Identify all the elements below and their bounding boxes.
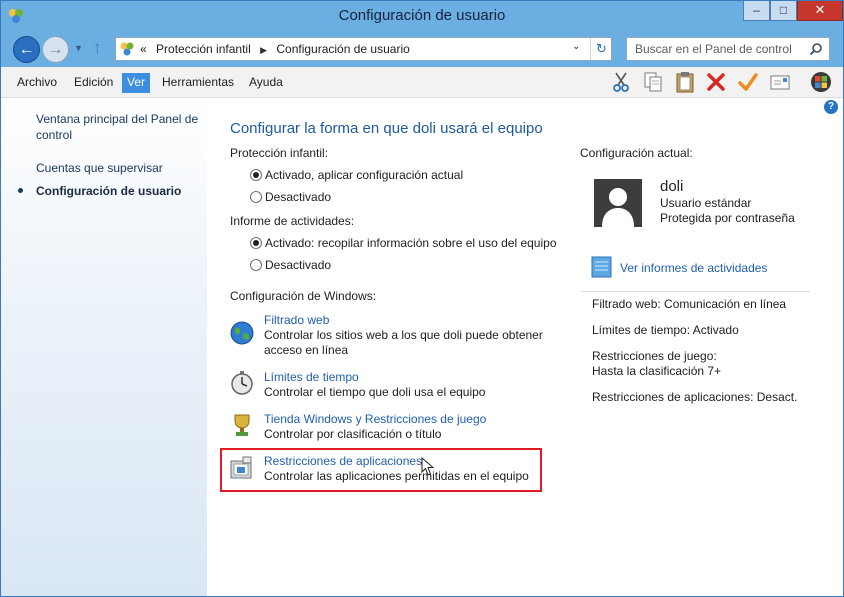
- activity-report-off-radio[interactable]: [250, 259, 262, 271]
- activity-report-label: Informe de actividades:: [230, 214, 355, 228]
- menu-tools[interactable]: Herramientas: [157, 73, 239, 93]
- sidebar: Ventana principal del Panel de control C…: [1, 98, 207, 596]
- sidebar-link-accounts-to-monitor[interactable]: Cuentas que supervisar: [36, 160, 201, 176]
- address-dropdown-icon[interactable]: ⌄: [572, 41, 580, 52]
- maximize-button[interactable]: □: [770, 1, 797, 21]
- sidebar-link-control-panel-home[interactable]: Ventana principal del Panel de control: [36, 111, 201, 143]
- time-limits-link[interactable]: Límites de tiempo: [264, 370, 359, 384]
- page-title: Configurar la forma en que doli usará el…: [230, 120, 543, 137]
- title-bar[interactable]: Configuración de usuario – □ ✕: [1, 1, 843, 31]
- stopwatch-icon: [231, 371, 253, 395]
- forward-button[interactable]: →: [42, 36, 69, 63]
- activity-report-on-label[interactable]: Activado: recopilar información sobre el…: [265, 236, 557, 250]
- divider: [581, 291, 810, 292]
- time-limits-status: Límites de tiempo: Activado: [592, 323, 739, 337]
- time-limits-description: Controlar el tiempo que doli usa el equi…: [264, 385, 486, 399]
- parental-control-on-label[interactable]: Activado, aplicar configuración actual: [265, 168, 463, 182]
- game-restrictions-status: Hasta la clasificación 7+: [592, 364, 722, 378]
- up-arrow-icon[interactable]: ↑: [93, 38, 102, 58]
- copy-icon[interactable]: [642, 71, 664, 93]
- paste-icon[interactable]: [674, 71, 696, 93]
- delete-icon[interactable]: [705, 71, 727, 93]
- breadcrumb-item-parental-controls[interactable]: Protección infantil: [156, 42, 251, 56]
- activity-report-off-label[interactable]: Desactivado: [265, 258, 331, 272]
- mouse-cursor-icon: [421, 457, 435, 476]
- minimize-button[interactable]: –: [743, 1, 770, 21]
- user-avatar: [594, 179, 642, 227]
- highlight-box: [220, 448, 542, 492]
- search-box[interactable]: [626, 37, 830, 61]
- window-title: Configuración de usuario: [338, 7, 506, 24]
- web-filter-status: Filtrado web: Comunicación en línea: [592, 297, 787, 311]
- recent-pages-dropdown-icon[interactable]: ▼: [74, 43, 83, 53]
- app-restrictions-status: Restricciones de aplicaciones: Desact.: [592, 390, 798, 404]
- parental-control-off-label[interactable]: Desactivado: [265, 190, 331, 204]
- activity-report-on-radio[interactable]: [250, 237, 262, 249]
- parental-control-on-radio[interactable]: [250, 169, 262, 181]
- store-game-restrictions-link[interactable]: Tienda Windows y Restricciones de juego: [264, 412, 486, 426]
- checkmark-icon[interactable]: [737, 71, 759, 93]
- menu-view[interactable]: Ver: [122, 73, 151, 93]
- breadcrumb-overflow[interactable]: «: [140, 42, 147, 56]
- back-button[interactable]: ←: [13, 36, 40, 63]
- search-input[interactable]: [627, 38, 803, 60]
- address-bar[interactable]: « Protección infantil ▶ Configuración de…: [115, 37, 612, 61]
- web-filter-link[interactable]: Filtrado web: [264, 313, 329, 327]
- menu-bar: Archivo Edición Ver Herramientas Ayuda: [1, 67, 843, 98]
- windows-logo-icon[interactable]: [810, 71, 832, 93]
- globe-icon: [230, 321, 254, 345]
- refresh-icon[interactable]: ↻: [590, 38, 612, 60]
- view-activity-reports-link[interactable]: Ver informes de actividades: [620, 261, 767, 275]
- sidebar-link-user-settings[interactable]: Configuración de usuario: [36, 183, 201, 199]
- mail-icon[interactable]: [769, 71, 791, 93]
- breadcrumb: « Protección infantil ▶ Configuración de…: [140, 42, 410, 56]
- web-filter-description: Controlar los sitios web a los que doli …: [264, 328, 543, 357]
- parental-control-label: Protección infantil:: [230, 146, 329, 160]
- breadcrumb-separator-icon[interactable]: ▶: [260, 45, 267, 55]
- activity-report-icon: [591, 256, 612, 278]
- help-icon[interactable]: ?: [824, 100, 838, 114]
- scissors-icon[interactable]: [610, 71, 632, 93]
- navigation-bar: ← → ▼ ↑ « Protección infantil ▶ Configur…: [1, 31, 843, 67]
- close-button[interactable]: ✕: [797, 1, 843, 21]
- window: Configuración de usuario – □ ✕ ← → ▼ ↑ «…: [0, 0, 844, 597]
- main-content: ? Configurar la forma en que doli usará …: [207, 98, 843, 596]
- control-panel-icon: [120, 42, 134, 56]
- menu-help[interactable]: Ayuda: [244, 73, 288, 93]
- breadcrumb-item-user-settings[interactable]: Configuración de usuario: [276, 42, 409, 56]
- menu-edit[interactable]: Edición: [69, 73, 118, 93]
- store-game-restrictions-description: Controlar por clasificación o título: [264, 427, 442, 441]
- search-icon[interactable]: [809, 42, 823, 56]
- user-name: doli: [660, 178, 684, 195]
- arrow-right-icon: →: [47, 41, 64, 58]
- menu-file[interactable]: Archivo: [12, 73, 62, 93]
- trophy-icon: [234, 414, 250, 436]
- password-status: Protegida por contraseña: [660, 211, 795, 225]
- current-settings-label: Configuración actual:: [580, 146, 693, 160]
- windows-settings-label: Configuración de Windows:: [230, 289, 377, 303]
- current-page-bullet: [18, 188, 23, 193]
- parental-control-off-radio[interactable]: [250, 191, 262, 203]
- arrow-left-icon: ←: [18, 41, 35, 58]
- account-type: Usuario estándar: [660, 196, 752, 210]
- game-restrictions-label: Restricciones de juego:: [592, 349, 717, 363]
